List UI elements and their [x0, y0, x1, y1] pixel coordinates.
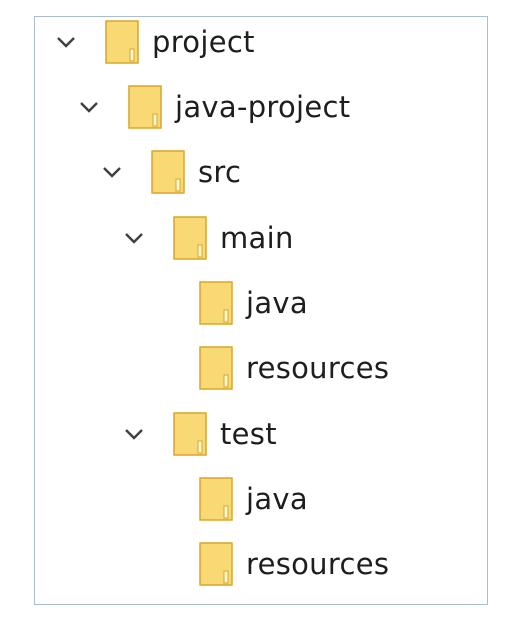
- folder-icon: [105, 20, 139, 64]
- folder-icon: [173, 216, 207, 260]
- folder-icon: [173, 412, 207, 456]
- folder-icon: [199, 346, 233, 390]
- tree-item-label: project: [152, 25, 255, 59]
- tree-item-test-resources[interactable]: resources: [198, 536, 389, 592]
- folder-icon: [151, 150, 185, 194]
- tree-item-label: test: [220, 417, 277, 451]
- tree-item-label: java: [246, 482, 308, 516]
- tree-item-main-java[interactable]: java: [198, 275, 308, 331]
- chevron-down-icon[interactable]: [100, 160, 124, 184]
- tree-item-label: resources: [246, 547, 390, 581]
- tree-item-label: java: [246, 286, 308, 320]
- folder-tree-panel: project java-project src main java resou…: [34, 16, 488, 605]
- folder-icon: [128, 85, 162, 129]
- tree-item-label: main: [220, 221, 294, 255]
- chevron-down-icon[interactable]: [122, 226, 146, 250]
- tree-item-label: resources: [246, 351, 390, 385]
- tree-item-label: java-project: [175, 90, 351, 124]
- tree-item-java-project[interactable]: java-project: [77, 79, 350, 135]
- tree-item-label: src: [198, 155, 242, 189]
- tree-item-main[interactable]: main: [122, 210, 294, 266]
- tree-item-main-resources[interactable]: resources: [198, 340, 389, 396]
- chevron-down-icon[interactable]: [122, 422, 146, 446]
- folder-icon: [199, 281, 233, 325]
- tree-item-src[interactable]: src: [100, 144, 241, 200]
- chevron-down-icon[interactable]: [54, 30, 78, 54]
- folder-icon: [199, 542, 233, 586]
- tree-item-test-java[interactable]: java: [198, 471, 308, 527]
- chevron-down-icon[interactable]: [77, 95, 101, 119]
- folder-icon: [199, 477, 233, 521]
- tree-item-project[interactable]: project: [54, 14, 255, 70]
- tree-item-test[interactable]: test: [122, 406, 277, 462]
